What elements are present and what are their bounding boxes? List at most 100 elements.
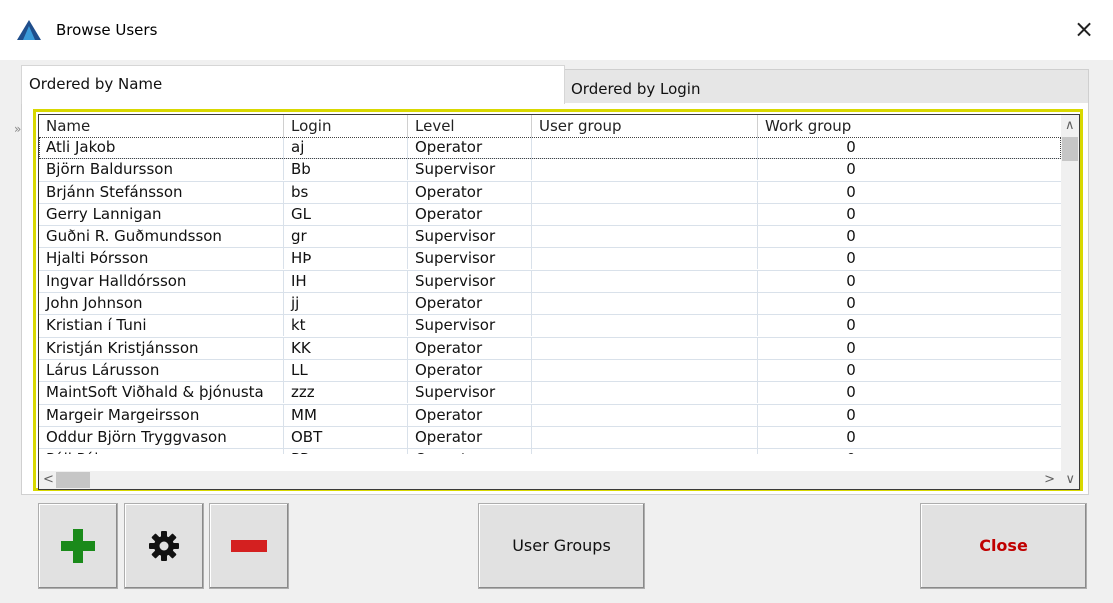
cell-work-group: 0 xyxy=(846,427,856,446)
cell-level: Operator xyxy=(408,293,532,315)
cell-level: Operator xyxy=(408,337,532,359)
cell-name: Gerry Lannigan xyxy=(39,203,284,225)
title-bar: Browse Users × xyxy=(0,0,1113,60)
cell-name: John Johnson xyxy=(39,293,284,315)
horizontal-scrollbar[interactable]: < > ∨ xyxy=(39,471,1079,489)
add-user-button[interactable] xyxy=(38,503,118,589)
cell-work-group: 0 xyxy=(846,338,856,357)
cell-work-group: 0 xyxy=(846,360,856,379)
cell-user-group xyxy=(532,137,758,158)
cell-name: Hjalti Þórsson xyxy=(39,248,284,270)
cell-user-group xyxy=(532,248,758,270)
cell-name: Oddur Björn Tryggvason xyxy=(39,426,284,448)
table-row[interactable]: Páll PálssonPPOperator 0 xyxy=(39,449,1061,454)
grid-rows: Atli Jakob aj Operator 0 Björn Baldursson Bb S… xyxy=(39,137,1061,454)
cell-user-group xyxy=(532,270,758,292)
window-close-button[interactable]: × xyxy=(1069,14,1099,44)
cell-level: Supervisor xyxy=(408,315,532,337)
cell-login: OBT xyxy=(284,426,408,448)
table-row[interactable]: Björn Baldursson Bb Supervisor 0 xyxy=(39,159,1061,182)
cell-login: kt xyxy=(284,315,408,337)
tab-label: Ordered by Login xyxy=(571,80,701,98)
cell-filler xyxy=(944,360,1061,381)
cell-filler xyxy=(944,248,1061,269)
column-header-user-group[interactable]: User group xyxy=(532,115,758,137)
cell-login: GL xyxy=(284,203,408,225)
table-row[interactable]: John Johnson jj Operator 0 xyxy=(39,293,1061,316)
cell-work-group: 0 xyxy=(846,316,856,335)
cell-work-group: 0 xyxy=(846,138,856,156)
table-row[interactable]: Kristján Kristjánsson KK Operator 0 xyxy=(39,337,1061,360)
cell-login: gr xyxy=(284,226,408,248)
cell-filler xyxy=(944,293,1061,314)
cell-user-group xyxy=(532,159,758,181)
cell-filler xyxy=(944,204,1061,225)
cell-filler xyxy=(944,405,1061,426)
column-header-work-group[interactable]: Work group xyxy=(758,115,944,137)
column-header-name[interactable]: Name xyxy=(39,115,284,137)
user-groups-button[interactable]: User Groups xyxy=(478,503,645,589)
cell-user-group xyxy=(532,359,758,381)
edit-user-button[interactable] xyxy=(124,503,204,589)
cell-level: Operator xyxy=(408,404,532,426)
cell-work-group: 0 xyxy=(846,249,856,268)
tab-ordered-by-login[interactable]: Ordered by Login xyxy=(563,69,1089,104)
tab-ordered-by-name[interactable]: Ordered by Name xyxy=(21,65,565,104)
column-header-level[interactable]: Level xyxy=(408,115,532,137)
cell-login: Bb xyxy=(284,159,408,181)
remove-user-button[interactable] xyxy=(209,503,289,589)
users-grid[interactable]: Name Login Level User group Work group A… xyxy=(38,114,1080,490)
table-row[interactable]: Guðni R. Guðmundsson gr Supervisor 0 xyxy=(39,226,1061,249)
cell-work-group: 0 xyxy=(846,227,856,246)
column-header-login[interactable]: Login xyxy=(284,115,408,137)
cell-level: Operator xyxy=(408,426,532,448)
cell-work-group: 0 xyxy=(758,449,944,454)
cell-level: Operator xyxy=(408,449,532,454)
cell-level: Operator xyxy=(408,137,532,158)
scroll-right-icon[interactable]: > xyxy=(1044,472,1055,488)
table-row[interactable]: Lárus Lárusson LL Operator 0 xyxy=(39,359,1061,383)
table-row[interactable]: MaintSoft Viðhald & þjónusta zzz Superviso… xyxy=(39,382,1061,405)
horizontal-scroll-thumb[interactable] xyxy=(56,472,90,488)
cell-login: aj xyxy=(284,137,408,158)
cell-user-group xyxy=(532,337,758,359)
cell-filler xyxy=(944,449,1061,454)
cell-filler xyxy=(944,315,1061,336)
cell-user-group xyxy=(532,181,758,203)
scroll-down-icon[interactable]: ∨ xyxy=(1065,472,1075,488)
cell-login: KK xyxy=(284,337,408,359)
table-row[interactable]: Brjánn Stefánsson bs Operator 0 xyxy=(39,181,1061,204)
table-row[interactable]: Margeir Margeirsson MM Operator 0 xyxy=(39,404,1061,427)
cell-filler xyxy=(944,427,1061,448)
cell-user-group xyxy=(532,382,758,404)
table-row[interactable]: Atli Jakob aj Operator 0 xyxy=(39,137,1061,160)
cell-user-group xyxy=(532,315,758,337)
cell-login: MM xyxy=(284,404,408,426)
cell-filler xyxy=(944,182,1061,203)
cell-login: IH xyxy=(284,270,408,292)
window-title: Browse Users xyxy=(56,21,158,39)
cell-name: Páll Pálsson xyxy=(39,449,284,454)
table-row[interactable]: Gerry Lannigan GL Operator 0 xyxy=(39,203,1061,227)
cell-login: HÞ xyxy=(284,248,408,270)
cell-user-group xyxy=(532,426,758,448)
cell-login: zzz xyxy=(284,382,408,404)
user-groups-label: User Groups xyxy=(512,536,611,555)
table-row[interactable]: Ingvar Halldórsson IH Supervisor 0 xyxy=(39,270,1061,294)
cell-work-group: 0 xyxy=(846,160,856,179)
table-row[interactable]: Kristian í Tuni kt Supervisor 0 xyxy=(39,315,1061,338)
close-button[interactable]: Close xyxy=(920,503,1087,589)
close-label: Close xyxy=(979,536,1028,555)
scroll-up-icon[interactable]: ∧ xyxy=(1065,118,1075,134)
gear-icon xyxy=(149,531,179,561)
cell-name: Atli Jakob xyxy=(39,137,284,158)
cell-name: Margeir Margeirsson xyxy=(39,404,284,426)
table-row[interactable]: Hjalti Þórsson HÞ Supervisor 0 xyxy=(39,248,1061,271)
cell-level: Supervisor xyxy=(408,226,532,248)
vertical-scroll-thumb[interactable] xyxy=(1062,137,1078,161)
vertical-scrollbar[interactable]: ∧ xyxy=(1061,115,1079,471)
grid-header: Name Login Level User group Work group xyxy=(39,115,1061,137)
table-row[interactable]: Oddur Björn Tryggvason OBT Operator 0 xyxy=(39,426,1061,450)
cell-login: LL xyxy=(284,359,408,381)
scroll-left-icon[interactable]: < xyxy=(43,472,54,488)
